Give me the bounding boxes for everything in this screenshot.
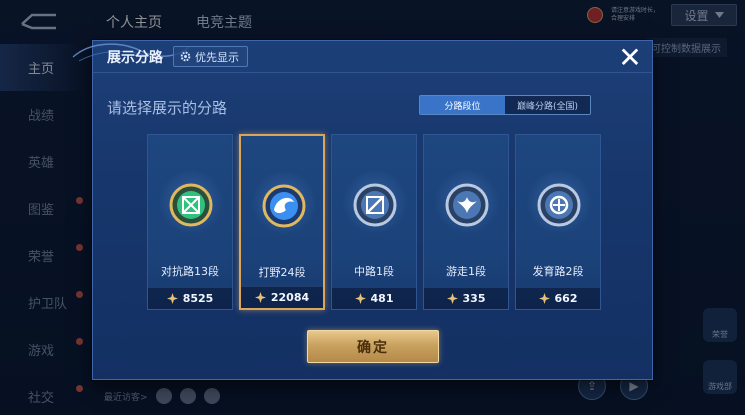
rank-star-icon bbox=[538, 293, 550, 304]
game-screen: 个人主页 电竞主题 请注意游戏时长，合理安排 设置 可控制数据展示 主页 战绩 … bbox=[0, 0, 745, 418]
lane-cards: 对抗路13段 8525 打野24段 22084 中路1段 481 游走1段 33… bbox=[147, 134, 601, 310]
lane-score-bar: 481 bbox=[332, 287, 416, 309]
close-icon: ✕ bbox=[618, 41, 642, 74]
lane-score-bar: 662 bbox=[516, 287, 600, 309]
lane-rank-label: 发育路2段 bbox=[532, 265, 584, 278]
lane-card-top[interactable]: 对抗路13段 8525 bbox=[147, 134, 233, 310]
dialog-subtitle: 请选择展示的分路 bbox=[107, 99, 228, 117]
lane-rank-label: 对抗路13段 bbox=[161, 265, 219, 278]
rank-star-icon bbox=[446, 293, 458, 304]
confirm-button[interactable]: 确定 bbox=[307, 330, 439, 363]
lane-score: 8525 bbox=[182, 292, 214, 305]
dialog-title: 展示分路 bbox=[107, 50, 163, 66]
close-button[interactable]: ✕ bbox=[613, 41, 647, 75]
roam-emblem-icon bbox=[445, 183, 489, 227]
lane-score: 22084 bbox=[270, 291, 310, 304]
lane-score: 481 bbox=[370, 292, 394, 305]
lane-rank-label: 打野24段 bbox=[258, 266, 306, 279]
lane-mode-toggle: 分路段位 巅峰分路(全国) bbox=[419, 95, 591, 115]
lane-card-farm[interactable]: 发育路2段 662 bbox=[515, 134, 601, 310]
lane-card-jungle[interactable]: 打野24段 22084 bbox=[239, 134, 325, 310]
lane-score: 662 bbox=[554, 292, 578, 305]
tab-peak-lane[interactable]: 巅峰分路(全国) bbox=[505, 96, 590, 114]
lane-card-mid[interactable]: 中路1段 481 bbox=[331, 134, 417, 310]
lane-rank-label: 中路1段 bbox=[354, 265, 394, 278]
farm-lane-emblem-icon bbox=[537, 183, 581, 227]
lane-card-roam[interactable]: 游走1段 335 bbox=[423, 134, 509, 310]
lane-display-dialog: 展示分路 优先显示 ✕ 请选择展示的分路 分路段位 巅峰分路(全国) 对抗路13… bbox=[72, 40, 653, 380]
lane-score-bar: 8525 bbox=[148, 287, 232, 309]
tab-lane-rank[interactable]: 分路段位 bbox=[420, 96, 505, 114]
dialog-header: 展示分路 优先显示 ✕ bbox=[93, 41, 652, 73]
lane-rank-label: 游走1段 bbox=[446, 265, 486, 278]
mid-lane-emblem-icon bbox=[353, 183, 397, 227]
gear-icon bbox=[180, 51, 191, 62]
priority-label: 优先显示 bbox=[195, 50, 239, 64]
priority-display-button[interactable]: 优先显示 bbox=[173, 46, 248, 67]
top-lane-emblem-icon bbox=[169, 183, 213, 227]
lane-score: 335 bbox=[462, 292, 486, 305]
lane-score-bar: 335 bbox=[424, 287, 508, 309]
rank-star-icon bbox=[166, 293, 178, 304]
lane-score-bar: 22084 bbox=[241, 286, 323, 308]
rank-star-icon bbox=[254, 292, 266, 303]
jungle-emblem-icon bbox=[262, 184, 306, 228]
rank-star-icon bbox=[354, 293, 366, 304]
